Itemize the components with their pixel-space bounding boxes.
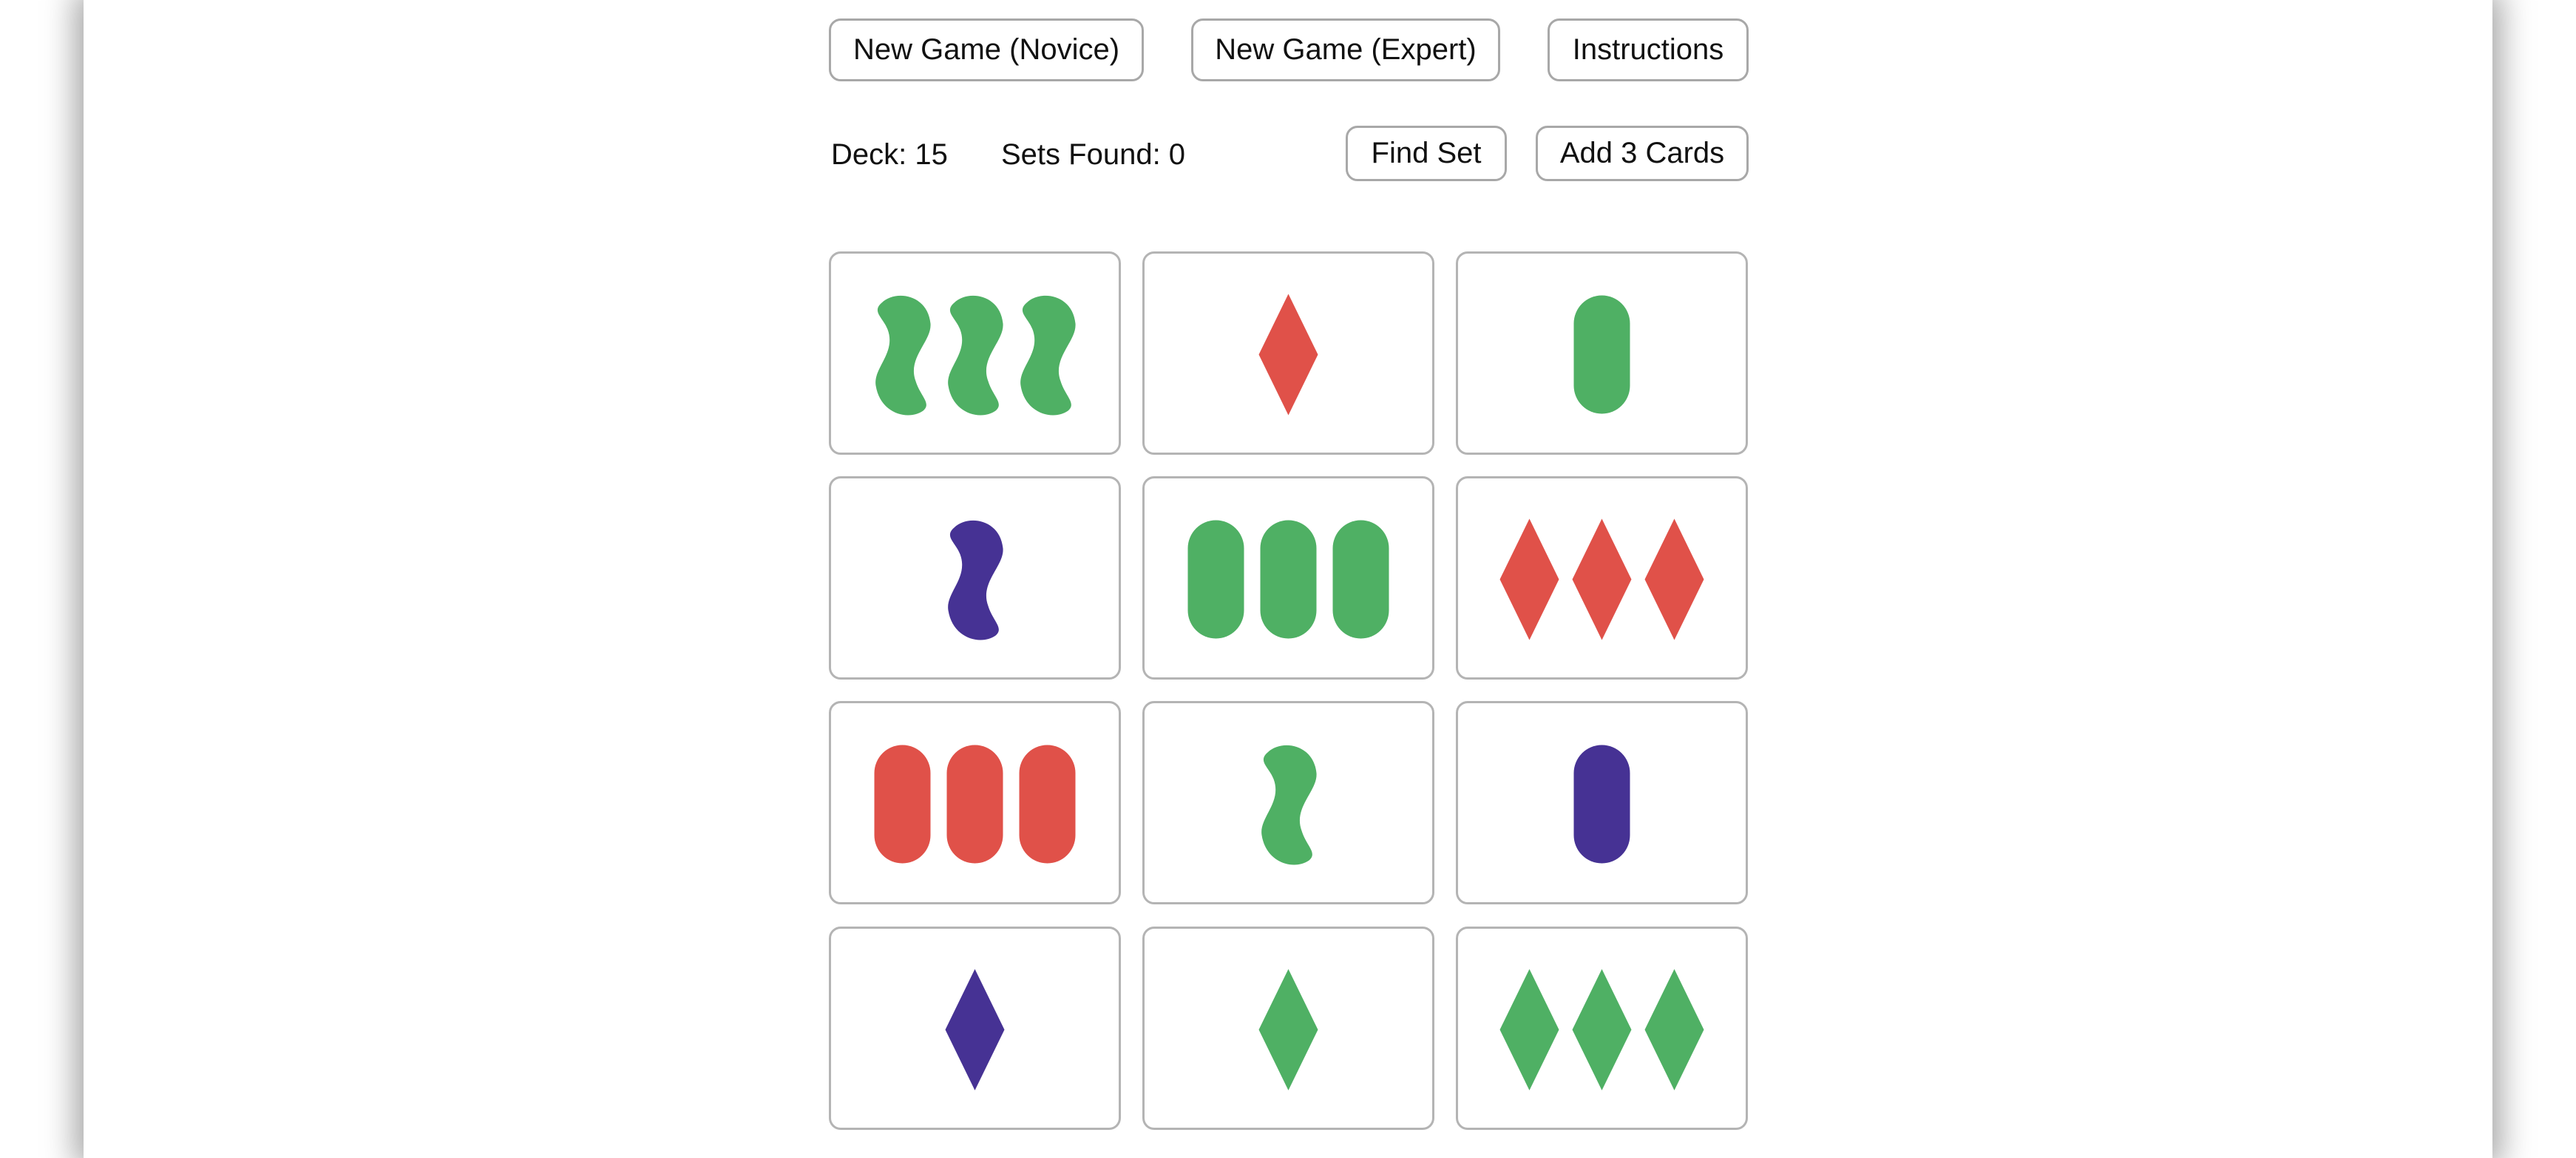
card-symbols <box>948 520 1003 640</box>
diamond-shape <box>1644 969 1704 1091</box>
diamond-shape <box>1572 969 1632 1091</box>
oval-shape <box>1332 520 1389 639</box>
set-card[interactable] <box>1456 251 1748 455</box>
new-game-novice-button[interactable]: New Game (Novice) <box>829 18 1144 81</box>
oval-shape <box>1187 520 1244 639</box>
sets-found-count: Sets Found: 0 <box>1001 138 1186 171</box>
oval-shape <box>874 745 931 864</box>
card-symbols <box>1187 520 1389 639</box>
set-card[interactable] <box>1456 701 1748 904</box>
card-symbols <box>1499 969 1704 1091</box>
game-page: New Game (Novice) New Game (Expert) Inst… <box>84 0 2492 1158</box>
card-symbols <box>1258 294 1318 416</box>
set-card[interactable] <box>829 251 1121 455</box>
card-symbols <box>1573 295 1630 414</box>
oval-shape <box>1573 745 1630 864</box>
squiggle-shape <box>875 295 931 416</box>
set-card[interactable] <box>829 927 1121 1130</box>
set-card[interactable] <box>1456 927 1748 1130</box>
find-set-button[interactable]: Find Set <box>1346 126 1507 181</box>
set-card[interactable] <box>1142 251 1434 455</box>
squiggle-shape <box>948 295 1003 416</box>
diamond-shape <box>1258 294 1318 416</box>
card-symbols <box>1573 745 1630 864</box>
oval-shape <box>946 745 1003 864</box>
diamond-shape <box>1258 969 1318 1091</box>
diamond-shape <box>1572 518 1632 640</box>
squiggle-shape <box>948 520 1003 640</box>
deck-count: Deck: 15 <box>831 138 948 171</box>
diamond-shape <box>1499 969 1559 1091</box>
oval-shape <box>1260 520 1317 639</box>
set-card[interactable] <box>829 701 1121 904</box>
diamond-shape <box>945 969 1005 1091</box>
set-card[interactable] <box>1142 476 1434 680</box>
diamond-shape <box>1499 518 1559 640</box>
new-game-expert-button[interactable]: New Game (Expert) <box>1191 18 1500 81</box>
set-card[interactable] <box>1456 476 1748 680</box>
squiggle-shape <box>1261 745 1317 865</box>
oval-shape <box>1019 745 1076 864</box>
card-symbols <box>875 295 1076 416</box>
set-card[interactable] <box>1142 701 1434 904</box>
card-symbols <box>1261 745 1317 865</box>
set-card[interactable] <box>1142 927 1434 1130</box>
add-3-cards-button[interactable]: Add 3 Cards <box>1536 126 1749 181</box>
set-card[interactable] <box>829 476 1121 680</box>
instructions-button[interactable]: Instructions <box>1548 18 1749 81</box>
card-symbols <box>1499 518 1704 640</box>
oval-shape <box>1573 295 1630 414</box>
diamond-shape <box>1644 518 1704 640</box>
card-symbols <box>874 745 1076 864</box>
squiggle-shape <box>1020 295 1076 416</box>
card-symbols <box>945 969 1005 1091</box>
card-symbols <box>1258 969 1318 1091</box>
